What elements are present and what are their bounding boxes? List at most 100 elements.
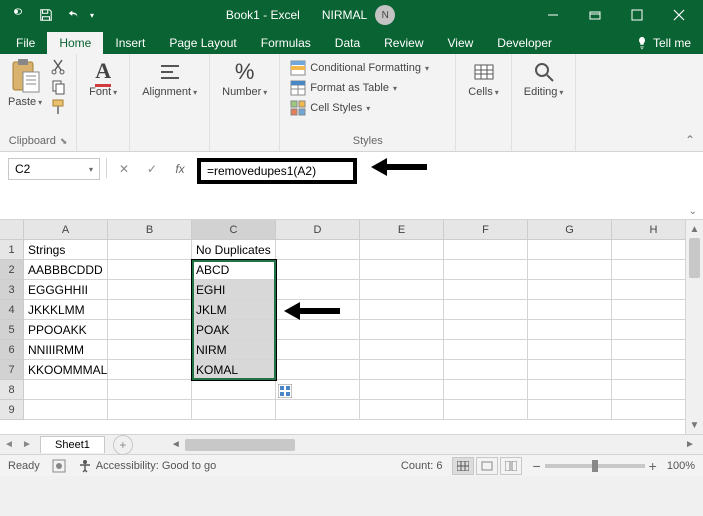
cell-f5[interactable] xyxy=(444,320,528,340)
row-header-1[interactable]: 1 xyxy=(0,240,24,260)
col-header-g[interactable]: G xyxy=(528,220,612,240)
cell-d2[interactable] xyxy=(276,260,360,280)
autosave-toggle-icon[interactable] xyxy=(6,3,30,27)
cell-f4[interactable] xyxy=(444,300,528,320)
cell-a9[interactable] xyxy=(24,400,108,420)
row-header-2[interactable]: 2 xyxy=(0,260,24,280)
cell-e8[interactable] xyxy=(360,380,444,400)
col-header-b[interactable]: B xyxy=(108,220,192,240)
cell-h2[interactable] xyxy=(612,260,696,280)
tab-data[interactable]: Data xyxy=(323,32,372,54)
tab-formulas[interactable]: Formulas xyxy=(249,32,323,54)
row-header-5[interactable]: 5 xyxy=(0,320,24,340)
cell-g3[interactable] xyxy=(528,280,612,300)
zoom-thumb[interactable] xyxy=(592,460,598,472)
close-icon[interactable] xyxy=(659,1,699,29)
name-box[interactable]: C2 ▾ xyxy=(8,158,100,180)
cell-b8[interactable] xyxy=(108,380,192,400)
cell-f8[interactable] xyxy=(444,380,528,400)
scroll-up-icon[interactable]: ▲ xyxy=(686,220,703,238)
format-painter-icon[interactable] xyxy=(50,98,68,116)
number-group-button[interactable]: % Number▾ xyxy=(218,58,271,100)
clipboard-launcher-icon[interactable]: ⬊ xyxy=(60,136,68,147)
formula-input[interactable]: =removedupes1(A2) xyxy=(197,158,357,184)
cell-d9[interactable] xyxy=(276,400,360,420)
cell-h3[interactable] xyxy=(612,280,696,300)
cancel-formula-icon[interactable]: ✕ xyxy=(113,158,135,180)
cell-c8[interactable] xyxy=(192,380,276,400)
cell-c9[interactable] xyxy=(192,400,276,420)
cell-g7[interactable] xyxy=(528,360,612,380)
cell-h7[interactable] xyxy=(612,360,696,380)
zoom-level[interactable]: 100% xyxy=(667,460,695,472)
zoom-in-icon[interactable]: + xyxy=(649,458,657,474)
row-header-3[interactable]: 3 xyxy=(0,280,24,300)
cell-e5[interactable] xyxy=(360,320,444,340)
macro-record-icon[interactable] xyxy=(52,459,66,473)
col-header-f[interactable]: F xyxy=(444,220,528,240)
row-header-9[interactable]: 9 xyxy=(0,400,24,420)
cell-h4[interactable] xyxy=(612,300,696,320)
cell-e1[interactable] xyxy=(360,240,444,260)
sheet-nav-next-icon[interactable]: ► xyxy=(18,439,36,450)
cell-b7[interactable] xyxy=(108,360,192,380)
cell-e2[interactable] xyxy=(360,260,444,280)
cell-h5[interactable] xyxy=(612,320,696,340)
row-header-4[interactable]: 4 xyxy=(0,300,24,320)
cell-e3[interactable] xyxy=(360,280,444,300)
cell-g4[interactable] xyxy=(528,300,612,320)
row-header-8[interactable]: 8 xyxy=(0,380,24,400)
cell-h1[interactable] xyxy=(612,240,696,260)
cell-d5[interactable] xyxy=(276,320,360,340)
cell-a7[interactable]: KKOOMMMAL xyxy=(24,360,108,380)
name-box-dropdown-icon[interactable]: ▾ xyxy=(89,165,93,174)
cell-c7[interactable]: KOMAL xyxy=(192,360,276,380)
tell-me-search[interactable]: Tell me xyxy=(623,32,703,54)
cell-f1[interactable] xyxy=(444,240,528,260)
tab-insert[interactable]: Insert xyxy=(103,32,157,54)
cell-f9[interactable] xyxy=(444,400,528,420)
cell-a6[interactable]: NNIIIRMM xyxy=(24,340,108,360)
cell-e4[interactable] xyxy=(360,300,444,320)
col-header-d[interactable]: D xyxy=(276,220,360,240)
cell-c1[interactable]: No Duplicates xyxy=(192,240,276,260)
cell-d6[interactable] xyxy=(276,340,360,360)
tab-review[interactable]: Review xyxy=(372,32,435,54)
tab-home[interactable]: Home xyxy=(47,32,103,54)
sheet-nav-prev-icon[interactable]: ◄ xyxy=(0,439,18,450)
accessibility-status[interactable]: Accessibility: Good to go xyxy=(96,460,216,472)
cell-c6[interactable]: NIRM xyxy=(192,340,276,360)
collapse-ribbon-icon[interactable]: ⌃ xyxy=(685,133,695,147)
paste-icon[interactable] xyxy=(9,58,41,94)
cell-d1[interactable] xyxy=(276,240,360,260)
cells-group-button[interactable]: Cells▾ xyxy=(464,58,502,100)
scroll-v-thumb[interactable] xyxy=(689,238,700,278)
col-header-a[interactable]: A xyxy=(24,220,108,240)
zoom-out-icon[interactable]: − xyxy=(532,458,540,474)
cell-c3[interactable]: EGHI xyxy=(192,280,276,300)
fx-icon[interactable]: fx xyxy=(169,158,191,180)
zoom-slider[interactable] xyxy=(545,464,645,468)
save-icon[interactable] xyxy=(34,3,58,27)
minimize-icon[interactable] xyxy=(533,1,573,29)
cell-h8[interactable] xyxy=(612,380,696,400)
select-all-corner[interactable] xyxy=(0,220,24,240)
cell-e9[interactable] xyxy=(360,400,444,420)
cell-b3[interactable] xyxy=(108,280,192,300)
scroll-down-icon[interactable]: ▼ xyxy=(686,416,703,434)
cell-g1[interactable] xyxy=(528,240,612,260)
ribbon-mode-icon[interactable] xyxy=(575,1,615,29)
scroll-left-icon[interactable]: ◄ xyxy=(167,439,185,450)
cell-c2[interactable]: ABCD xyxy=(192,260,276,280)
cell-d3[interactable] xyxy=(276,280,360,300)
cell-a5[interactable]: PPOOAKK xyxy=(24,320,108,340)
cell-c4[interactable]: JKLM xyxy=(192,300,276,320)
alignment-group-button[interactable]: Alignment▾ xyxy=(138,58,201,100)
copy-icon[interactable] xyxy=(50,78,68,96)
tab-page-layout[interactable]: Page Layout xyxy=(157,32,248,54)
undo-icon[interactable] xyxy=(62,3,86,27)
view-normal-icon[interactable] xyxy=(452,457,474,475)
new-sheet-icon[interactable]: + xyxy=(113,435,133,455)
cell-f2[interactable] xyxy=(444,260,528,280)
row-header-6[interactable]: 6 xyxy=(0,340,24,360)
